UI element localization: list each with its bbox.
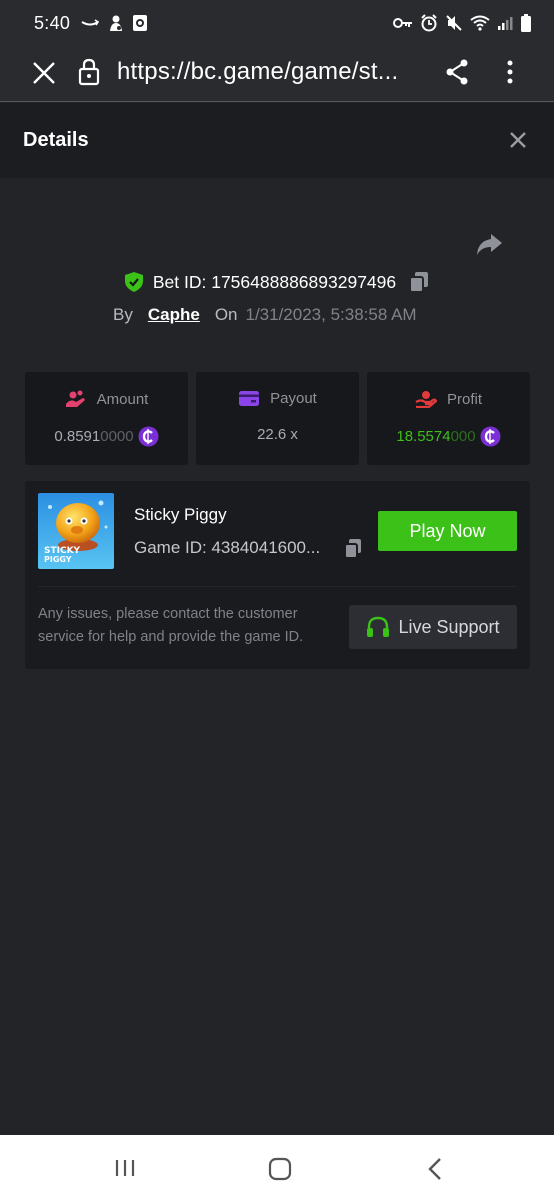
- bc-coin-icon: [480, 426, 501, 447]
- url-bar[interactable]: https://bc.game/game/st...: [117, 58, 427, 86]
- back-icon[interactable]: [427, 1157, 443, 1181]
- headset-icon: [367, 616, 390, 637]
- verified-shield-icon: [124, 272, 143, 292]
- divider: [38, 586, 517, 587]
- bet-id: Bet ID: 1756488886893297496: [152, 271, 397, 292]
- bet-id-row: Bet ID: 1756488886893297496: [0, 268, 554, 296]
- status-bar: 5:40: [0, 0, 554, 46]
- close-icon[interactable]: [508, 130, 528, 150]
- person-icon: [110, 15, 123, 31]
- copy-game-id-icon[interactable]: [343, 538, 363, 560]
- amount-label: Amount: [96, 390, 149, 408]
- page-title: Details: [23, 129, 89, 151]
- more-menu-icon[interactable]: [500, 58, 520, 86]
- thumb-title-line2: PIGGY: [44, 555, 72, 564]
- signal-icon: [498, 17, 513, 30]
- payout-icon: [239, 391, 260, 406]
- amount-value-zeros: 0000: [100, 428, 134, 445]
- amount-card: Amount 0.8591 0000: [25, 372, 188, 465]
- profit-label: Profit: [446, 390, 482, 408]
- game-thumbnail[interactable]: STICKY PIGGY: [38, 493, 114, 569]
- game-id: Game ID: 4384041600...: [134, 538, 321, 557]
- browser-toolbar: https://bc.game/game/st...: [0, 46, 554, 102]
- game-name: Sticky Piggy: [134, 505, 227, 524]
- profit-value: 18.5574: [396, 428, 451, 445]
- status-right-icons: [393, 14, 532, 32]
- payout-label: Payout: [270, 390, 317, 407]
- bet-author-row: By Caphe On 1/31/2023, 5:38:58 AM: [113, 302, 417, 328]
- close-tab-icon[interactable]: [30, 59, 58, 87]
- status-time: 5:40: [34, 12, 71, 33]
- android-nav-bar: [0, 1135, 554, 1200]
- lock-icon[interactable]: [78, 58, 100, 86]
- wifi-icon: [470, 15, 490, 31]
- amount-icon: [65, 390, 85, 407]
- home-icon[interactable]: [268, 1157, 292, 1181]
- alarm-icon: [421, 14, 437, 32]
- user-link[interactable]: Caphe: [148, 305, 200, 325]
- profit-value-zeros: 000: [450, 428, 476, 445]
- payout-card: Payout 22.6 x: [196, 372, 359, 465]
- live-support-label: Live Support: [398, 616, 500, 637]
- amazon-icon: [81, 19, 100, 26]
- game-card: STICKY PIGGY Sticky Piggy Game ID: 43840…: [25, 481, 530, 669]
- app-icon: [133, 15, 148, 31]
- on-label: On: [214, 305, 238, 324]
- recent-apps-icon[interactable]: [114, 1159, 136, 1177]
- profit-card: Profit 18.5574 000: [367, 372, 530, 465]
- details-header: Details: [0, 103, 554, 178]
- copy-icon[interactable]: [408, 270, 430, 294]
- live-support-button[interactable]: Live Support: [349, 605, 517, 649]
- bet-date: 1/31/2023, 5:38:58 AM: [245, 305, 417, 324]
- status-left-icons: [80, 14, 148, 32]
- profit-icon: [415, 391, 437, 408]
- amount-value: 0.8591: [54, 428, 101, 445]
- battery-icon: [521, 14, 531, 32]
- play-now-button[interactable]: Play Now: [378, 511, 517, 551]
- payout-value: 22.6 x: [257, 426, 298, 443]
- support-help-text: Any issues, please contact the customer …: [38, 606, 304, 645]
- share-arrow-icon[interactable]: [474, 229, 504, 259]
- share-icon[interactable]: [444, 58, 470, 86]
- key-icon: [393, 18, 412, 28]
- mute-icon: [446, 15, 462, 31]
- bc-coin-icon: [138, 426, 159, 447]
- by-label: By: [113, 305, 133, 324]
